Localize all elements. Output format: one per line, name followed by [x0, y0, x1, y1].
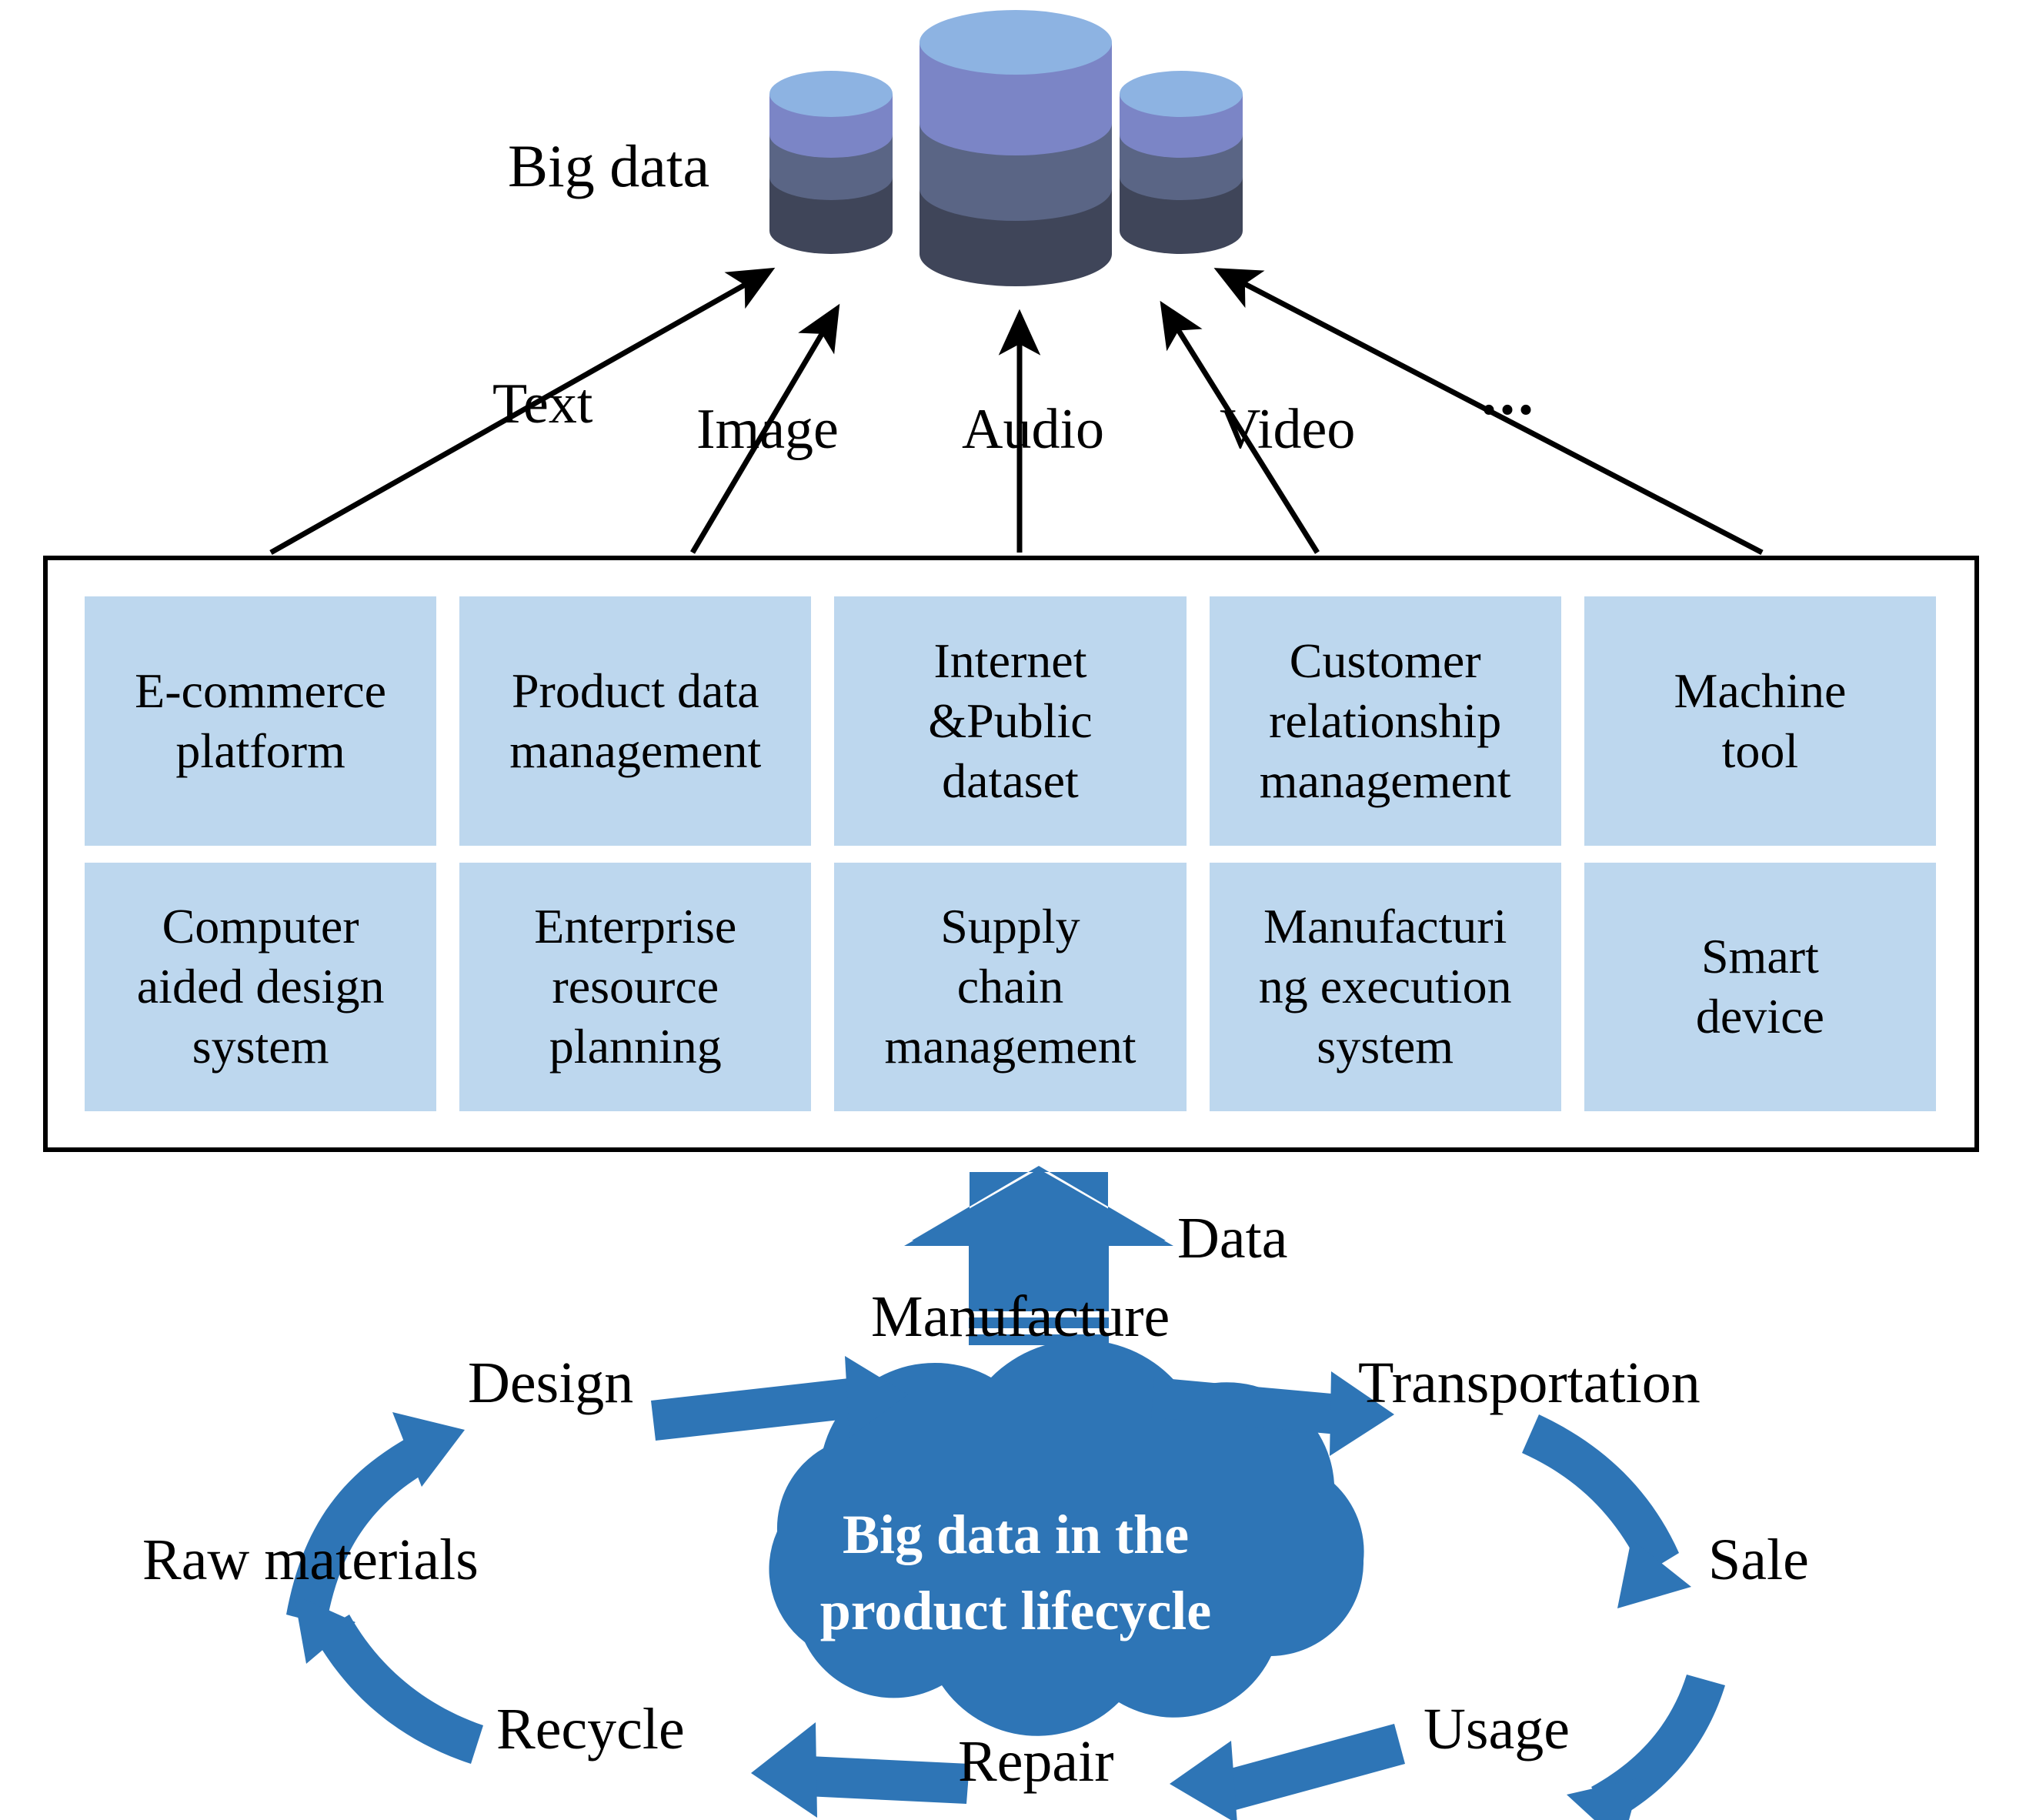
- arrow-repair-to-recycle: [751, 1722, 970, 1818]
- system-box-label: Machine tool: [1674, 663, 1847, 778]
- source-label-video: Video: [1220, 398, 1356, 461]
- big-data-title: Big data: [508, 132, 710, 199]
- lifecycle-stage-raw-materials: Raw materials: [142, 1528, 479, 1592]
- system-box-label: E-commerce platform: [135, 663, 387, 778]
- system-box-label: Smart device: [1695, 929, 1824, 1044]
- system-box-label: Enterprise resource planning: [534, 899, 737, 1074]
- arrow-sale-to-usage: [1567, 1675, 1725, 1820]
- lifecycle-stage-manufacture: Manufacture: [871, 1284, 1170, 1349]
- system-box-label: Manufacturi ng execution system: [1258, 899, 1512, 1074]
- system-box-supply-chain-management[interactable]: Supply chain management: [834, 862, 1187, 1111]
- system-box-label: Internet &Public dataset: [928, 633, 1093, 808]
- lifecycle-stage-transportation: Transportation: [1358, 1351, 1701, 1415]
- arrow-transportation-to-sale: [1522, 1414, 1691, 1608]
- system-box-e-commerce-platform[interactable]: E-commerce platform: [85, 596, 437, 846]
- arrow-raw-to-design: [286, 1412, 465, 1625]
- system-box-label: Computer aided design system: [136, 899, 385, 1074]
- big-data-cylinder-left: [769, 71, 893, 254]
- lifecycle-stage-sale: Sale: [1708, 1528, 1809, 1592]
- system-box-customer-relationship-management[interactable]: Customer relationship management: [1209, 596, 1561, 846]
- lifecycle-stage-recycle: Recycle: [496, 1697, 685, 1762]
- arrow-usage-to-repair: [1170, 1724, 1405, 1820]
- system-box-product-data-management[interactable]: Product data management: [459, 596, 812, 846]
- big-data-cylinder-right: [1120, 71, 1243, 254]
- system-box-manufacturing-execution-system[interactable]: Manufacturi ng execution system: [1209, 862, 1561, 1111]
- source-label-audio: Audio: [962, 398, 1104, 461]
- lifecycle-stage-repair: Repair: [958, 1729, 1114, 1794]
- system-box-enterprise-resource-planning[interactable]: Enterprise resource planning: [459, 862, 812, 1111]
- big-data-cylinder-center: [920, 10, 1112, 286]
- source-label-text: Text: [492, 372, 593, 436]
- lifecycle-cloud-label: Big data in the product lifecycle: [819, 1504, 1212, 1642]
- source-label-ellipsis: ...: [1481, 360, 1537, 428]
- system-box-label: Product data management: [509, 663, 762, 778]
- lifecycle-stage-design: Design: [468, 1351, 634, 1415]
- diagram-canvas: Big data Text Image Audio Video ... E-co…: [0, 0, 2036, 1820]
- system-box-machine-tool[interactable]: Machine tool: [1584, 596, 1936, 846]
- arrow-design-to-manufacture: [651, 1356, 908, 1441]
- system-box-internet-public-dataset[interactable]: Internet &Public dataset: [834, 596, 1187, 846]
- system-box-smart-device[interactable]: Smart device: [1584, 862, 1936, 1111]
- lifecycle-stage-usage: Usage: [1424, 1697, 1570, 1762]
- system-box-label: Customer relationship management: [1259, 633, 1511, 808]
- source-label-image: Image: [696, 398, 839, 461]
- system-box-label: Supply chain management: [884, 899, 1136, 1074]
- system-box-computer-aided-design-system[interactable]: Computer aided design system: [85, 862, 437, 1111]
- systems-grid: E-commerce platform Product data managem…: [43, 556, 1979, 1152]
- data-arrow-label: Data: [1177, 1206, 1288, 1271]
- arrow-recycle-to-raw: [294, 1595, 483, 1764]
